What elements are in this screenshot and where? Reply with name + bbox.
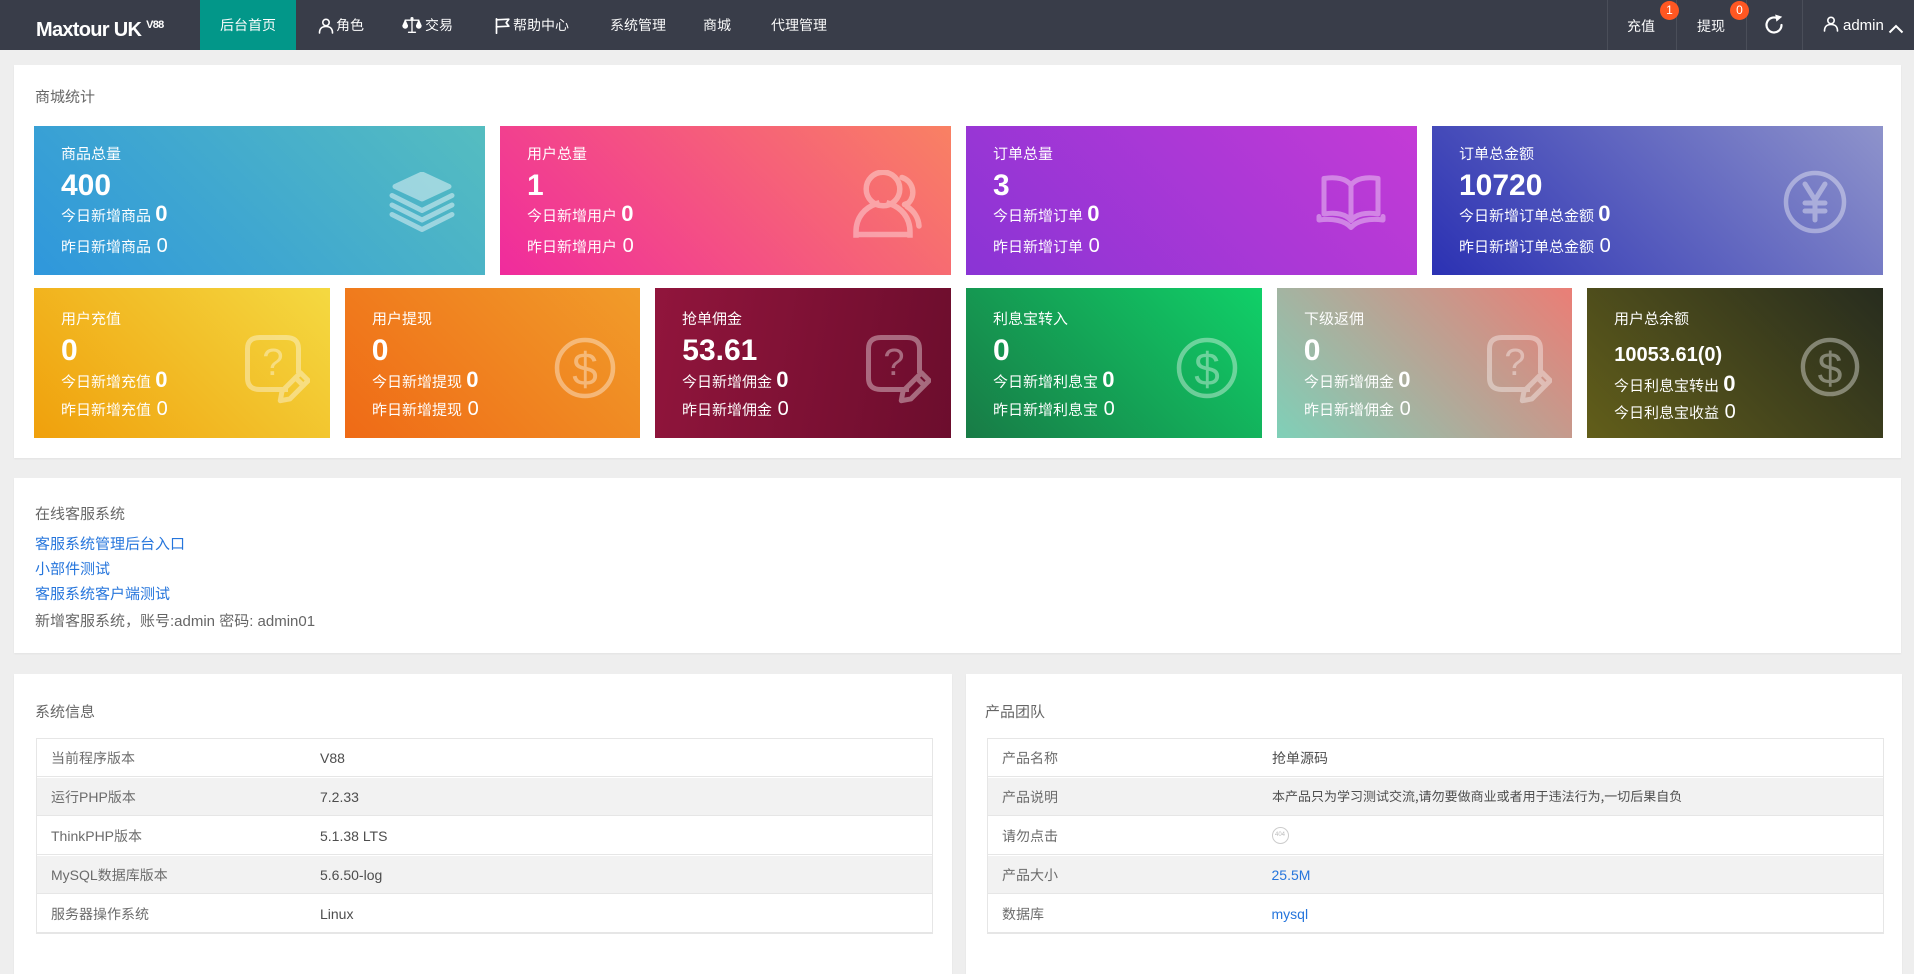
svg-text:ThinkPHP: ThinkPHP	[51, 828, 114, 844]
svg-text:0: 0	[778, 398, 789, 420]
svg-text:$: $	[573, 343, 599, 395]
svg-text:0: 0	[1399, 398, 1410, 420]
svg-text:0: 0	[1723, 371, 1735, 396]
svg-text:0: 0	[1725, 401, 1736, 423]
svg-text:0: 0	[157, 398, 168, 420]
svg-text:0: 0	[155, 367, 167, 392]
svg-text:0: 0	[621, 201, 633, 226]
svg-text:0: 0	[1600, 235, 1611, 257]
svg-text:0: 0	[1104, 398, 1115, 420]
svg-text:PHP: PHP	[79, 789, 108, 805]
svg-text:0: 0	[466, 367, 478, 392]
svg-text:0: 0	[1102, 367, 1114, 392]
svg-text:0: 0	[467, 398, 478, 420]
svg-text:?: ?	[262, 342, 283, 384]
svg-text:0: 0	[1087, 201, 1099, 226]
svg-text:0: 0	[157, 235, 168, 257]
svg-text:?: ?	[1505, 342, 1526, 384]
svg-text:$: $	[1818, 344, 1843, 393]
svg-text::admin: :admin	[170, 613, 215, 630]
svg-text:0: 0	[155, 201, 167, 226]
svg-text:0: 0	[1598, 201, 1610, 226]
svg-text:$: $	[1194, 343, 1220, 395]
svg-text:0: 0	[1089, 235, 1100, 257]
svg-text:0: 0	[776, 367, 788, 392]
svg-text:MySQL: MySQL	[51, 867, 98, 883]
svg-text:0: 0	[1398, 367, 1410, 392]
svg-text:0: 0	[623, 235, 634, 257]
svg-text:?: ?	[883, 342, 904, 384]
svg-text:: admin01: : admin01	[249, 613, 315, 630]
